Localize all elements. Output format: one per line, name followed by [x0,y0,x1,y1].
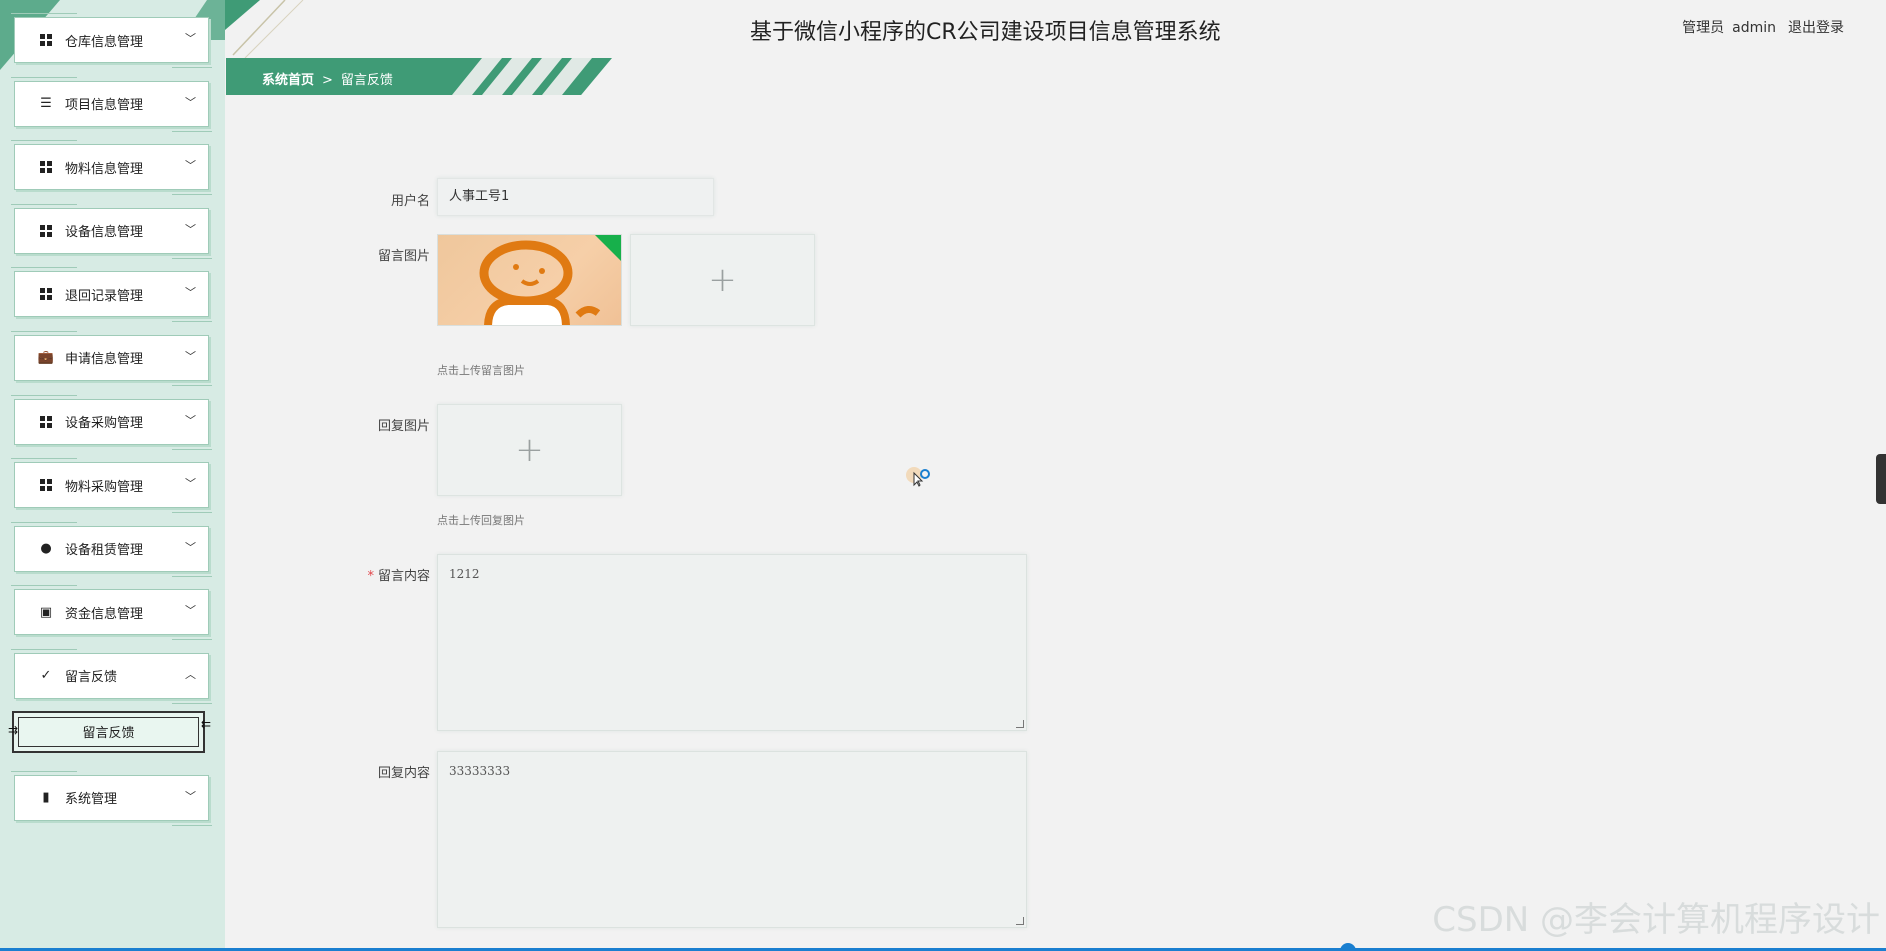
plus-icon: + [515,430,544,470]
chevron-down-icon: ﹀ [185,95,196,109]
grid-icon [39,224,53,238]
username-label: 用户名 [390,194,430,209]
chevron-down-icon: ﹀ [185,789,196,803]
sidebar-item-application[interactable]: 💼 申请信息管理 ﹀ [11,330,212,386]
reply-image-upload[interactable]: + [437,404,622,496]
resize-handle-icon[interactable] [1016,720,1024,728]
chevron-up-icon: ︿ [185,667,196,681]
required-mark: * [367,569,374,584]
sidebar-item-equipment-purchase[interactable]: 设备采购管理 ﹀ [11,394,212,450]
reply-content-value: 33333333 [449,764,511,778]
chevron-down-icon: ﹀ [185,286,196,300]
breadcrumb-home[interactable]: 系统首页 [262,73,314,88]
chevron-down-icon: ﹀ [185,32,196,45]
mouse-cursor-icon [906,467,930,487]
sidebar-menu: 仓库信息管理 ﹀ ☰ 项目信息管理 ﹀ 物料信息管理 ﹀ 设备信息管理 ﹀ 退回… [8,13,212,838]
clipboard-check-icon: ✓ [40,668,52,684]
message-content-textarea[interactable]: 1212 [437,554,1027,731]
selected-corner-badge [595,235,621,261]
chevron-down-icon: ﹀ [185,604,196,618]
message-image-thumbnail[interactable] [437,234,622,326]
user-area: 管理员 admin 退出登录 [1674,17,1844,37]
reply-content-label: 回复内容 [377,766,430,781]
message-content-value: 1212 [449,567,480,581]
breadcrumb-separator: > [322,73,333,88]
chevron-down-icon: ﹀ [185,413,196,427]
sidebar-item-project[interactable]: ☰ 项目信息管理 ﹀ [11,76,212,132]
logout-link[interactable]: 退出登录 [1788,20,1844,36]
sidebar-item-funds[interactable]: ▣ 资金信息管理 ﹀ [11,585,212,641]
plus-icon: + [708,260,737,300]
page-title: 基于微信小程序的CR公司建设项目信息管理系统 [750,20,1221,45]
message-image-label: 留言图片 [377,249,430,264]
watermark: CSDN @李会计算机程序设计 [1432,900,1880,940]
sidebar-item-system[interactable]: ▮ 系统管理 ﹀ [11,770,212,826]
breadcrumb-stripes [452,58,592,95]
briefcase-icon: 💼 [37,350,55,366]
user-role: 管理员 [1682,20,1725,36]
sidebar-item-feedback[interactable]: ✓ 留言反馈 ︿ [11,648,212,704]
breadcrumb: 系统首页 > 留言反馈 [262,69,393,88]
resize-handle-icon[interactable] [1016,917,1024,925]
message-image-hint: 点击上传留言图片 [437,364,525,377]
grid-icon [39,478,53,492]
chevron-down-icon: ﹀ [185,477,196,491]
arrow-right-icon: ⇉ [8,722,18,737]
chevron-down-icon: ﹀ [185,159,196,173]
bottom-progress-dot [1340,943,1356,951]
reply-image-hint: 点击上传回复图片 [437,514,525,527]
breadcrumb-current: 留言反馈 [340,73,393,88]
header: 基于微信小程序的CR公司建设项目信息管理系统 管理员 admin 退出登录 [225,0,1886,59]
message-content-label: * 留言内容 [300,565,430,584]
book-icon: ▮ [42,790,50,806]
sidebar-item-warehouse[interactable]: 仓库信息管理 ﹀ [11,13,212,68]
username-field[interactable]: 人事工号1 [437,178,714,216]
sidebar-item-equipment[interactable]: 设备信息管理 ﹀ [11,203,212,259]
sidebar-item-material[interactable]: 物料信息管理 ﹀ [11,140,212,196]
grid-icon [39,160,53,174]
sidebar-item-material-purchase[interactable]: 物料采购管理 ﹀ [11,458,212,514]
chevron-down-icon: ﹀ [185,222,196,236]
grid-icon [39,415,53,429]
ticket-icon: ▣ [39,604,53,620]
reply-image-label: 回复图片 [377,419,430,434]
user-name: admin [1732,20,1776,36]
grid-icon [39,33,53,47]
reply-content-textarea[interactable]: 33333333 [437,751,1027,928]
header-decoration [225,0,304,59]
bulb-icon: ● [40,541,52,557]
chevron-down-icon: ﹀ [185,349,196,363]
sidebar-subitem-feedback[interactable]: ⇉ 留言反馈 ⇇ [8,710,211,753]
message-image-upload[interactable]: + [630,234,815,326]
side-drawer-handle[interactable] [1876,454,1886,504]
sidebar-item-equipment-rental[interactable]: ● 设备租赁管理 ﹀ [11,521,212,577]
chevron-down-icon: ﹀ [185,540,196,554]
sidebar-subitem-label: 留言反馈 [82,726,135,742]
list-icon: ☰ [40,96,52,112]
arrow-left-icon: ⇇ [200,716,211,731]
grid-icon [39,287,53,301]
sidebar-item-return-records[interactable]: 退回记录管理 ﹀ [11,267,212,323]
message-content-label-text: 留言内容 [377,569,430,584]
sidebar: 仓库信息管理 ﹀ ☰ 项目信息管理 ﹀ 物料信息管理 ﹀ 设备信息管理 ﹀ 退回… [0,0,225,951]
